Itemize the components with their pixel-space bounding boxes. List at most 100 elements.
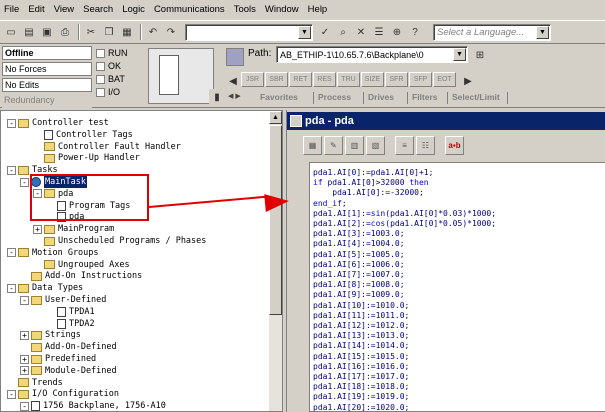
expand-icon[interactable]: + [20, 354, 29, 364]
instruction-sfp-button[interactable]: SFP [409, 72, 432, 87]
expand-icon[interactable]: + [20, 330, 29, 340]
tree-item[interactable]: - User-Defined [20, 294, 106, 306]
verify-routine-icon[interactable]: ▦ [303, 136, 322, 155]
instruction-res-button[interactable]: RES [313, 72, 336, 87]
outdent-icon[interactable]: ☷ [416, 136, 435, 155]
tree-item[interactable]: + Module-Defined [20, 365, 117, 377]
expand-icon[interactable]: + [33, 224, 42, 234]
print-icon[interactable]: ⎙ [57, 24, 73, 40]
tree-item-label: Data Types [32, 283, 84, 294]
tree-item[interactable]: Add-On Instructions [20, 270, 142, 282]
tab-select-limit[interactable]: Select/Limit [448, 92, 508, 104]
tree-item[interactable]: + MainProgram [33, 223, 114, 235]
path-select[interactable]: AB_ETHIP-1\10.65.7.6\Backplane\0 ▼ [276, 46, 468, 63]
copy-icon[interactable]: ❐ [101, 24, 117, 40]
code-area[interactable]: pda1.AI[0]:=pda1.AI[0]+1; if pda1.AI[0]>3… [309, 162, 605, 412]
tree-item[interactable]: - I/O Configuration [7, 388, 119, 400]
tree-item[interactable]: Add-On-Defined [20, 341, 117, 353]
instruction-ret-button[interactable]: RET [289, 72, 312, 87]
tree-item[interactable]: TPDA1 [46, 306, 95, 318]
collapse-icon[interactable]: - [7, 283, 16, 293]
scroll-thumb[interactable] [269, 125, 282, 315]
menu-window[interactable]: Window [265, 4, 299, 15]
tree-item[interactable]: TPDA2 [46, 318, 95, 330]
cross-reference-icon[interactable]: ✕ [353, 24, 369, 40]
tree-item-label: Add-On Instructions [45, 271, 143, 282]
pin-icon[interactable]: ▮ [209, 89, 225, 105]
tree-item[interactable]: Trends [7, 377, 63, 389]
cancel-edit-icon[interactable]: ▧ [366, 136, 385, 155]
expand-icon[interactable]: + [20, 366, 29, 376]
verify-icon[interactable]: ✓ [317, 24, 333, 40]
edit-icon[interactable]: ✎ [324, 136, 343, 155]
tab-drives[interactable]: Drives [364, 92, 408, 104]
tree-item[interactable]: + Predefined [20, 353, 96, 365]
collapse-icon[interactable]: - [20, 401, 29, 411]
tree-item[interactable]: - 1756 Backplane, 1756-A10 [20, 400, 166, 412]
menu-view[interactable]: View [54, 4, 74, 15]
collapse-icon[interactable]: - [7, 248, 16, 258]
new-icon[interactable]: ▭ [3, 24, 19, 40]
zoom-icon[interactable]: ⊕ [389, 24, 405, 40]
paste-icon[interactable]: ▦ [119, 24, 135, 40]
scroll-left-icon[interactable]: ◀ [228, 73, 238, 89]
tree-item[interactable]: Ungrouped Axes [33, 259, 130, 271]
network-icon[interactable] [226, 48, 244, 66]
instruction-sfr-button[interactable]: SFR [385, 72, 408, 87]
properties-icon[interactable]: ☰ [371, 24, 387, 40]
menu-communications[interactable]: Communications [154, 4, 225, 15]
collapse-icon[interactable]: - [20, 295, 29, 305]
collapse-icon[interactable]: - [7, 389, 16, 399]
undo-icon[interactable]: ↶ [145, 24, 161, 40]
collapse-icon[interactable]: - [20, 177, 29, 187]
tree-item[interactable]: - Motion Groups [7, 247, 99, 259]
instruction-jsr-button[interactable]: JSR [241, 72, 264, 87]
scroll-right-icon[interactable]: ▶ [463, 73, 473, 89]
collapse-icon[interactable]: - [7, 165, 16, 175]
tab-process[interactable]: Process [314, 92, 364, 104]
accept-icon[interactable]: ▥ [345, 136, 364, 155]
forces-status[interactable]: No Forces [2, 62, 92, 76]
language-select[interactable]: Select a Language... ▼ [433, 23, 551, 41]
search-combo[interactable]: ▼ [185, 23, 313, 41]
instruction-tru-button[interactable]: TRU [337, 72, 360, 87]
cut-icon[interactable]: ✂ [83, 24, 99, 40]
tab-favorites[interactable]: Favorites [256, 92, 314, 104]
redo-icon[interactable]: ↷ [163, 24, 179, 40]
who-active-icon[interactable]: ⊞ [472, 47, 488, 63]
ok-indicator: OK [96, 61, 121, 71]
tree-item[interactable]: Controller Tags [33, 129, 133, 141]
tree-item[interactable]: - Controller test [7, 117, 109, 129]
help-icon[interactable]: ? [407, 24, 423, 40]
chevron-down-icon[interactable]: ▼ [536, 25, 549, 39]
menu-tools[interactable]: Tools [234, 4, 256, 15]
scroll-up-icon[interactable]: ▲ [269, 111, 282, 124]
tab-filters[interactable]: Filters [408, 92, 448, 104]
edits-status[interactable]: No Edits [2, 78, 92, 92]
indent-icon[interactable]: ≡ [395, 136, 414, 155]
browse-icon[interactable]: ⌕ [335, 24, 351, 40]
tree-item[interactable]: + Strings [20, 329, 81, 341]
tree-scrollbar[interactable]: ▲ [269, 111, 282, 411]
menu-edit[interactable]: Edit [28, 4, 44, 15]
tree-item[interactable]: Power-Up Handler [33, 152, 140, 164]
menu-help[interactable]: Help [308, 4, 328, 15]
instruction-eot-button[interactable]: EOT [433, 72, 456, 87]
menu-file[interactable]: File [4, 4, 19, 15]
toggle-case-icon[interactable]: a▪b [445, 136, 464, 155]
tree-item[interactable]: Unscheduled Programs / Phases [33, 235, 206, 247]
collapse-icon[interactable]: - [7, 118, 16, 128]
chevron-down-icon[interactable]: ▼ [453, 48, 466, 61]
open-icon[interactable]: ▤ [21, 24, 37, 40]
menu-logic[interactable]: Logic [122, 4, 145, 15]
instruction-sbr-button[interactable]: SBR [265, 72, 288, 87]
menu-search[interactable]: Search [83, 4, 113, 15]
save-icon[interactable]: ▣ [39, 24, 55, 40]
chevron-down-icon[interactable]: ▼ [298, 25, 311, 39]
tree-item[interactable]: - Data Types [7, 282, 83, 294]
tree-item[interactable]: Controller Fault Handler [33, 141, 181, 153]
online-mode[interactable]: Offline [2, 46, 92, 60]
routine-icon [290, 115, 302, 127]
instruction-size-button[interactable]: SIZE [361, 72, 384, 87]
tab-scroll-icon[interactable]: ◀ ▶ [228, 92, 241, 100]
